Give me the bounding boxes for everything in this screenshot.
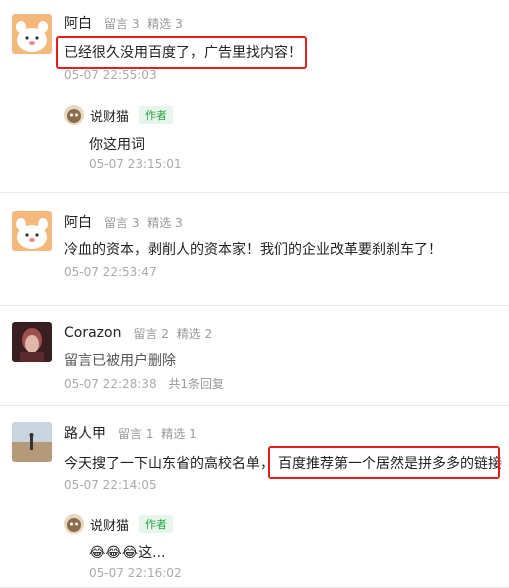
comment-item: 阿白 留言 3 精选 3 已经很久没用百度了，广告里找内容！ 05-07 22:… (0, 0, 509, 193)
comment-stats: 留言 1 精选 1 (118, 426, 197, 441)
commenter-name[interactable]: 路人甲 (64, 423, 106, 443)
commenter-name[interactable]: 阿白 (64, 212, 92, 232)
avatar[interactable] (12, 322, 52, 362)
author-badge: 作者 (139, 515, 174, 533)
comment-time: 05-07 22:53:47 (64, 265, 157, 279)
comment-time: 05-07 22:55:03 (64, 68, 157, 82)
comment-item: 路人甲 留言 1 精选 1 今天搜了一下山东省的高校名单， 百度推荐第一个居然是拼… (0, 406, 509, 588)
avatar[interactable] (12, 211, 52, 251)
comment-text: 留言已被用户删除 (64, 353, 176, 369)
author-reply-header: 说财猫 作者 (64, 105, 174, 125)
comment-text: 冷血的资本，剥削人的资本家！我们的企业改革要刹刹车了！ (64, 242, 442, 258)
comment-time-row: 05-07 22:28:38 共1条回复 (64, 375, 224, 392)
comment-stats: 留言 3 精选 3 (104, 215, 183, 230)
commenter-name[interactable]: Corazon (64, 325, 121, 341)
commenter-name[interactable]: 阿白 (64, 13, 92, 33)
avatar[interactable] (12, 422, 52, 462)
reply-time: 05-07 23:15:01 (89, 157, 182, 171)
comment-time: 05-07 22:14:05 (64, 478, 157, 492)
author-reply-header: 说财猫 作者 (64, 514, 174, 534)
comment-stats: 留言 2 精选 2 (133, 326, 213, 341)
reply-text: 你这用词 (89, 137, 145, 153)
laughing-emoji-icon: 😂😂😂 (89, 545, 139, 561)
reply-time: 05-07 22:16:02 (89, 566, 182, 580)
highlight-box (268, 446, 500, 479)
comment-stats: 留言 3 精选 3 (104, 16, 183, 31)
reply-count-link[interactable]: 共1条回复 (168, 377, 224, 391)
author-badge: 作者 (139, 106, 174, 124)
comment-item: Corazon 留言 2 精选 2 留言已被用户删除 05-07 22:28:3… (0, 306, 509, 406)
avatar[interactable] (64, 514, 84, 534)
avatar[interactable] (64, 105, 84, 125)
avatar[interactable] (12, 14, 52, 54)
comment-time: 05-07 22:28:38 (64, 377, 157, 391)
reply-author-name[interactable]: 说财猫 (90, 106, 129, 125)
reply-text: 😂😂😂这... (89, 545, 166, 561)
comment-item: 阿白 留言 3 精选 3 冷血的资本，剥削人的资本家！我们的企业改革要刹刹车了！… (0, 193, 509, 306)
reply-author-name[interactable]: 说财猫 (90, 515, 129, 534)
highlight-box (56, 36, 307, 69)
